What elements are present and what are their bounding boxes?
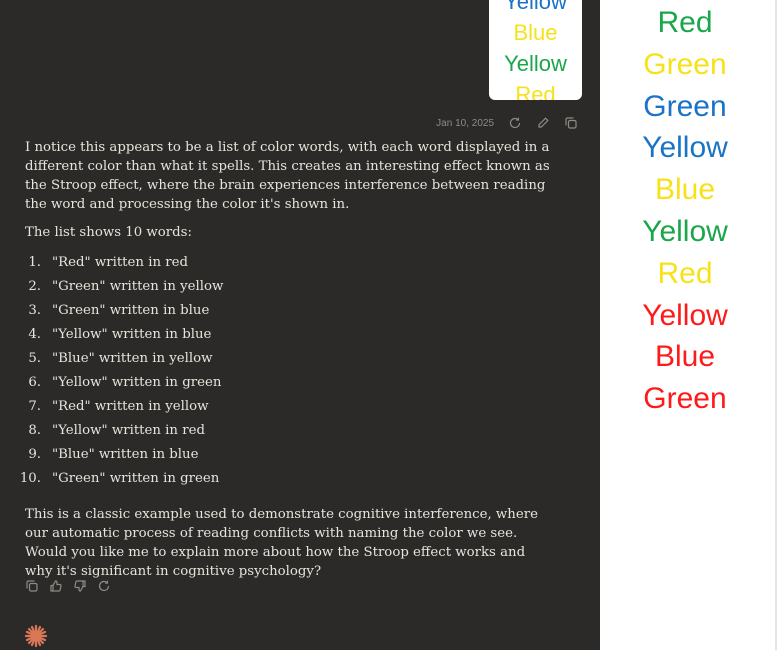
copy-icon[interactable] xyxy=(564,116,578,130)
list-item: 3. "Green" written in blue xyxy=(28,303,210,318)
list-item: 1. "Red" written in red xyxy=(28,255,188,270)
list-item: 4. "Yellow" written in blue xyxy=(28,327,212,342)
list-item: 2. "Green" written in yellow xyxy=(28,279,224,294)
response-intro: I notice this appears to be a list of co… xyxy=(25,140,550,212)
response-actions xyxy=(25,579,111,593)
stroop-word: Green xyxy=(643,382,727,416)
message-timestamp: Jan 10, 2025 xyxy=(436,117,494,129)
stroop-word: Red xyxy=(657,256,713,290)
stroop-word-list: Red Green Green Yellow Blue Yellow Red Y… xyxy=(600,2,770,420)
thumbs-down-icon[interactable] xyxy=(73,579,87,593)
copy-icon[interactable] xyxy=(25,579,39,593)
response-word-list: 1. "Red" written in red 2. "Green" written… xyxy=(19,251,555,491)
assistant-response: I notice this appears to be a list of co… xyxy=(19,138,555,590)
list-item: 10. "Green" written in green xyxy=(19,471,220,486)
list-item: 7. "Red" written in yellow xyxy=(28,399,209,414)
list-item: 5. "Blue" written in yellow xyxy=(28,351,213,366)
stroop-word: Yellow xyxy=(642,131,728,165)
stroop-word: Blue xyxy=(654,173,716,207)
list-item: 8. "Yellow" written in red xyxy=(28,423,205,438)
message-meta: Jan 10, 2025 xyxy=(436,114,578,132)
thumbnail-word: Red xyxy=(515,82,556,100)
image-preview-panel: Red Green Green Yellow Blue Yellow Red Y… xyxy=(600,0,777,650)
stroop-word: Blue xyxy=(654,340,716,374)
assistant-logo-icon xyxy=(24,624,48,648)
retry-icon[interactable] xyxy=(97,579,111,593)
stroop-word: Red xyxy=(657,6,713,39)
response-outro: This is a classic example used to demons… xyxy=(25,507,538,579)
thumbnail-word: Yellow xyxy=(504,51,567,76)
stroop-word: Green xyxy=(643,89,727,123)
thumbnail-word: Blue xyxy=(513,20,558,45)
attached-image-thumbnail[interactable]: Yellow Blue Yellow Red xyxy=(489,0,582,100)
thumbs-up-icon[interactable] xyxy=(49,579,63,593)
list-item: 6. "Yellow" written in green xyxy=(28,375,222,390)
response-list-heading: The list shows 10 words: xyxy=(25,225,192,240)
list-item: 9. "Blue" written in blue xyxy=(28,447,199,462)
stroop-word: Green xyxy=(643,47,727,81)
retry-icon[interactable] xyxy=(508,116,522,130)
stroop-word: Yellow xyxy=(642,214,728,248)
chat-pane: Yellow Blue Yellow Red Jan 10, 2025 I no… xyxy=(0,0,600,650)
stroop-word: Yellow xyxy=(642,298,728,332)
edit-icon[interactable] xyxy=(536,116,550,130)
thumbnail-word: Yellow xyxy=(504,0,567,14)
